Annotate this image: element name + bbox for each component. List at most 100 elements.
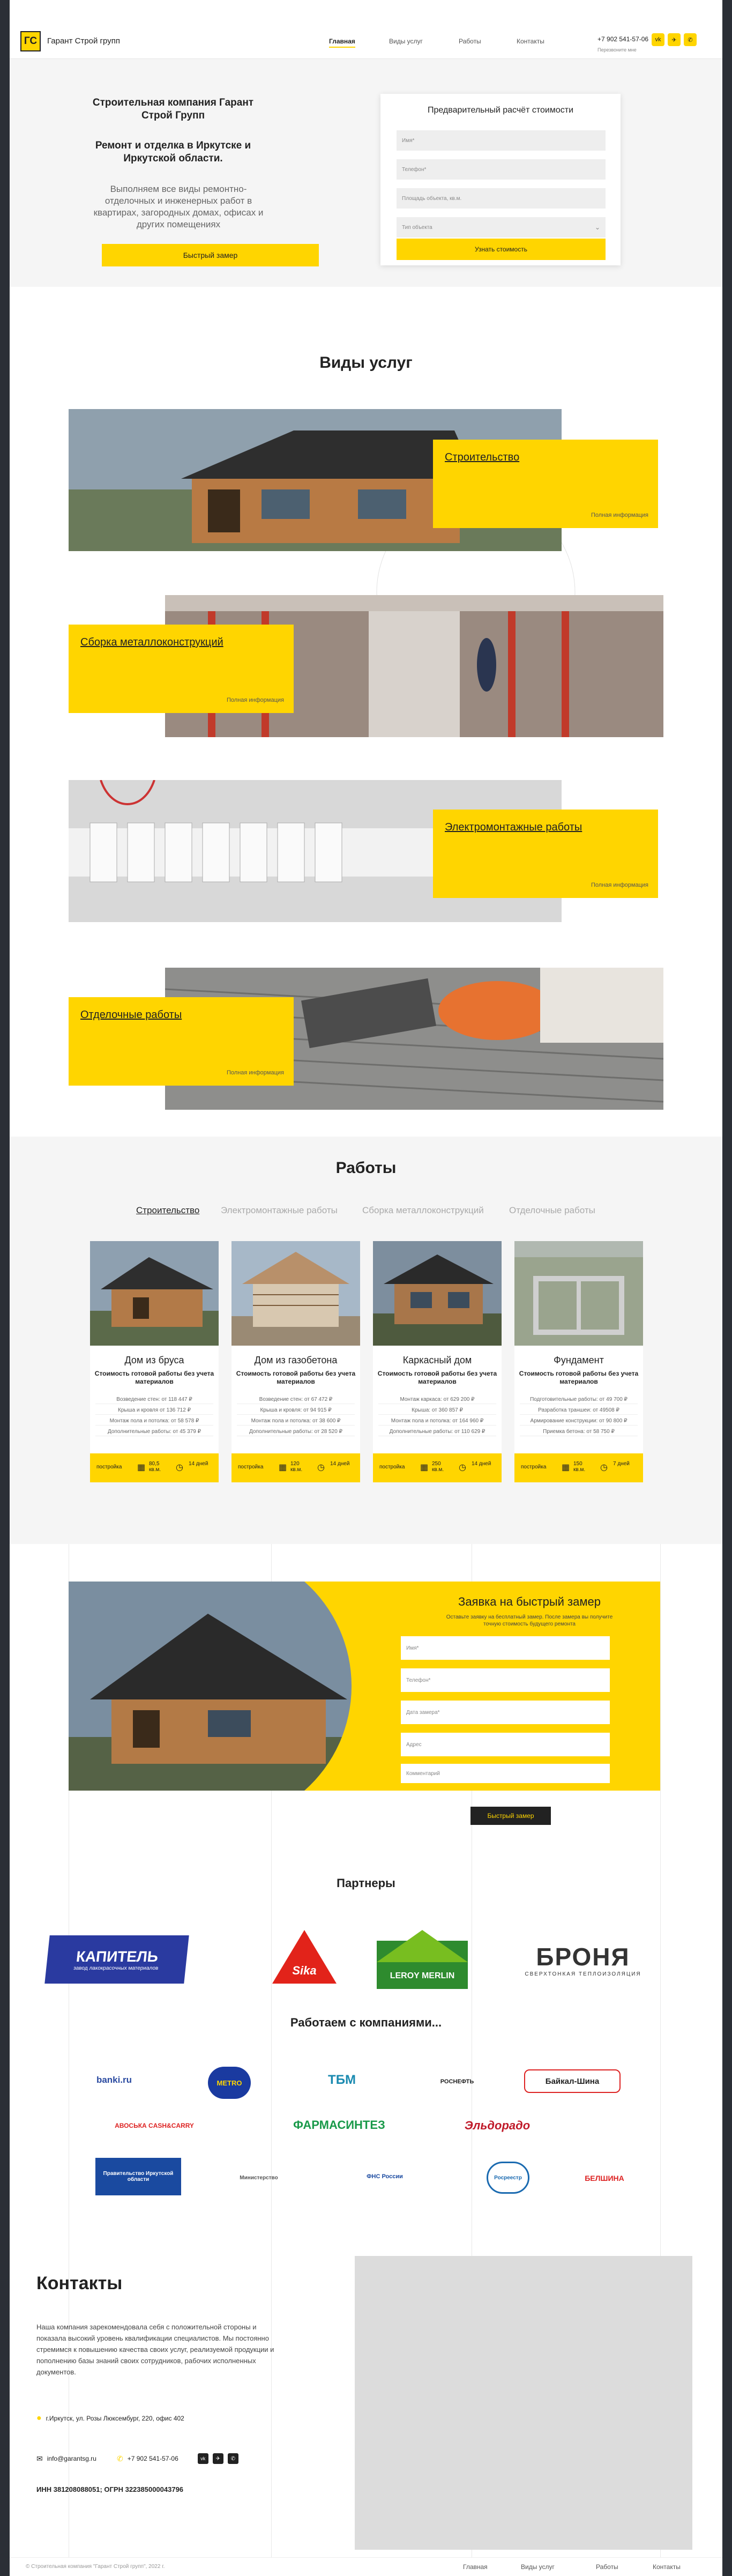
work-image xyxy=(373,1241,502,1346)
nav-services[interactable]: Виды услуг xyxy=(389,38,423,45)
nav-works[interactable]: Работы xyxy=(459,38,481,45)
work-card[interactable]: Фундамент Стоимость готовой работы без у… xyxy=(514,1241,643,1482)
banki-logo[interactable]: banki.ru xyxy=(79,2069,149,2091)
map[interactable] xyxy=(355,2256,692,2550)
more-info-link[interactable]: Полная информация xyxy=(227,1070,284,1076)
kapitel-sub: завод лакокрасочных материалов xyxy=(73,1965,159,1971)
inn: ИНН 381208088051; ОГРН 322385000043796 xyxy=(36,2485,184,2493)
area-input[interactable]: Площадь объекта, кв.м. xyxy=(397,188,606,209)
contacts-phone[interactable]: +7 902 541-57-06 xyxy=(128,2455,178,2462)
copyright: © Строительная компания "Гарант Строй гр… xyxy=(26,2564,165,2570)
tbm-logo[interactable]: ТБМ xyxy=(299,2069,385,2091)
work-card[interactable]: Дом из бруса Стоимость готовой работы бе… xyxy=(90,1241,219,1482)
work-footer: постройка ▦ 120 кв.м. ◷ 14 дней xyxy=(231,1453,360,1482)
logo[interactable]: ГС xyxy=(20,31,41,51)
company-name[interactable]: Гарант Строй групп xyxy=(47,36,120,46)
tab-electrical[interactable]: Электромонтажные работы xyxy=(221,1205,338,1216)
more-info-link[interactable]: Полная информация xyxy=(591,882,648,888)
service-card-finishing[interactable]: Отделочные работы Полная информация xyxy=(69,997,294,1086)
work-line: Крыша: от 360 857 ₽ xyxy=(378,1407,496,1415)
work-days: 14 дней xyxy=(189,1461,208,1467)
callback-link[interactable]: Перезвоните мне xyxy=(597,47,637,53)
hero-title: Строительная компания Гарант Строй Групп xyxy=(92,97,254,121)
telegram-icon[interactable]: ✈ xyxy=(212,2453,223,2464)
whatsapp-icon[interactable]: ✆ xyxy=(227,2453,238,2464)
nav-contacts[interactable]: Контакты xyxy=(517,38,544,45)
chevron-down-icon: ⌄ xyxy=(594,224,600,231)
vk-icon[interactable]: vk xyxy=(197,2453,208,2464)
eldorado-logo[interactable]: Эльдорадо xyxy=(444,2115,551,2136)
footer-link-home[interactable]: Главная xyxy=(463,2563,488,2571)
fns-logo[interactable]: ФНС России xyxy=(345,2158,425,2195)
telegram-icon[interactable]: ✈ xyxy=(668,33,681,46)
rosneft-logo[interactable]: РОСНЕФТЬ xyxy=(428,2067,487,2096)
service-name[interactable]: Строительство xyxy=(445,451,519,464)
metro-logo[interactable]: METRO xyxy=(208,2067,251,2099)
order-date-input[interactable]: Дата замера* xyxy=(401,1701,610,1724)
work-line: Возведение стен: от 67 472 ₽ xyxy=(237,1397,355,1404)
more-info-link[interactable]: Полная информация xyxy=(591,512,648,518)
work-card[interactable]: Каркасный дом Стоимость готовой работы б… xyxy=(373,1241,502,1482)
order-address-input[interactable]: Адрес xyxy=(401,1733,610,1756)
bronya-logo[interactable]: БРОНЯ СВЕРХТОНКАЯ ТЕПЛОИЗОЛЯЦИЯ xyxy=(503,1935,663,1984)
name-input[interactable]: Имя* xyxy=(397,130,606,151)
service-card-construction[interactable]: Строительство Полная информация xyxy=(433,440,658,528)
location-icon: ● xyxy=(36,2414,42,2423)
leroy-merlin-logo[interactable]: LEROY MERLIN xyxy=(371,1930,473,1989)
baikal-shina-logo[interactable]: Байкал-Шина xyxy=(524,2069,621,2093)
service-card-electrical[interactable]: Электромонтажные работы Полная информаци… xyxy=(433,810,658,898)
header-phone[interactable]: +7 902 541-57-06 xyxy=(597,35,648,43)
order-comment-input[interactable]: Комментарий xyxy=(401,1764,610,1783)
tab-construction[interactable]: Строительство xyxy=(136,1205,199,1216)
tab-finishing[interactable]: Отделочные работы xyxy=(509,1205,595,1216)
address-row: ● г.Иркутск, ул. Розы Люксембург, 220, о… xyxy=(36,2414,184,2423)
rosreestr-logo[interactable]: Росреестр xyxy=(487,2162,529,2194)
whatsapp-icon[interactable]: ✆ xyxy=(684,33,697,46)
service-name[interactable]: Сборка металлоконструкций xyxy=(80,636,223,649)
kapitel-logo[interactable]: КАПИТЕЛЬ завод лакокрасочных материалов xyxy=(44,1935,189,1984)
work-line: Разработка траншеи: от 49508 ₽ xyxy=(520,1407,638,1415)
work-card[interactable]: Дом из газобетона Стоимость готовой рабо… xyxy=(231,1241,360,1482)
hero: Строительная компания Гарант Строй Групп… xyxy=(10,59,722,287)
work-foot-label: постройка xyxy=(521,1464,547,1470)
footer: © Строительная компания "Гарант Строй гр… xyxy=(10,2557,722,2576)
service-card-metal[interactable]: Сборка металлоконструкций Полная информа… xyxy=(69,625,294,713)
work-image xyxy=(514,1241,643,1346)
ministry-logo[interactable]: Министерство xyxy=(227,2162,291,2194)
avoska-logo[interactable]: АВОСЬКА CASH&CARRY xyxy=(101,2118,208,2134)
type-select[interactable]: Тип объекта ⌄ xyxy=(397,217,606,237)
pharmasintez-logo[interactable]: ФАРМАСИНТЕЗ xyxy=(278,2112,401,2138)
service-name[interactable]: Отделочные работы xyxy=(80,1009,182,1021)
order-name-input[interactable]: Имя* xyxy=(401,1636,610,1660)
work-days: 14 дней xyxy=(472,1461,491,1467)
work-image xyxy=(231,1241,360,1346)
sika-logo[interactable]: Sika xyxy=(270,1927,339,1986)
footer-link-contacts[interactable]: Контакты xyxy=(653,2563,681,2571)
mail-icon: ✉ xyxy=(36,2454,43,2463)
order-phone-input[interactable]: Телефон* xyxy=(401,1668,610,1692)
work-name: Каркасный дом xyxy=(402,1355,472,1365)
footer-link-works[interactable]: Работы xyxy=(596,2563,618,2571)
email[interactable]: info@garantsg.ru xyxy=(47,2455,96,2462)
sika-text: Sika xyxy=(292,1964,316,1977)
irkutsk-gov-logo[interactable]: Правительство Иркутской области xyxy=(95,2158,181,2195)
phone-input[interactable]: Телефон* xyxy=(397,159,606,180)
clock-icon: ◷ xyxy=(176,1463,183,1472)
nav-home[interactable]: Главная xyxy=(329,38,355,48)
bronya-name: БРОНЯ xyxy=(536,1942,630,1971)
estimate-form: Предварительный расчёт стоимости Имя* Те… xyxy=(380,94,621,265)
order-submit-button[interactable]: Быстрый замер xyxy=(470,1807,551,1825)
work-subtitle: Стоимость готовой работы без учета матер… xyxy=(519,1370,639,1385)
quick-order-panel: Заявка на быстрый замер Оставьте заявку … xyxy=(69,1582,660,1791)
tab-metal[interactable]: Сборка металлоконструкций xyxy=(362,1205,484,1216)
service-name[interactable]: Электромонтажные работы xyxy=(445,821,582,834)
work-name: Дом из газобетона xyxy=(254,1355,338,1365)
more-info-link[interactable]: Полная информация xyxy=(227,697,284,703)
type-select-label: Тип объекта xyxy=(402,224,432,231)
work-image xyxy=(90,1241,219,1346)
vk-icon[interactable]: vk xyxy=(652,33,664,46)
belshina-logo[interactable]: БЕЛШИНА xyxy=(572,2159,637,2197)
footer-link-services[interactable]: Виды услуг xyxy=(521,2563,555,2571)
quick-measure-button[interactable]: Быстрый замер xyxy=(102,244,319,266)
estimate-submit-button[interactable]: Узнать стоимость xyxy=(397,239,606,260)
